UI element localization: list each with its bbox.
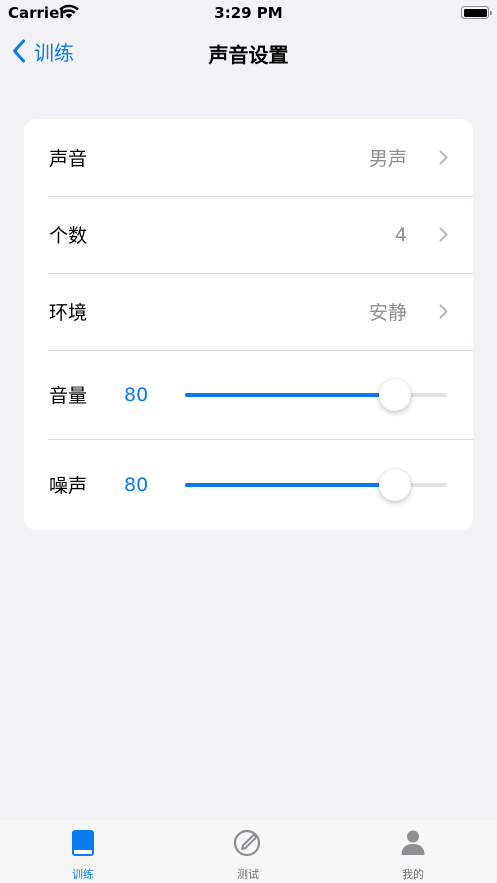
book-icon <box>72 830 94 856</box>
noise-value: 80 <box>124 473 149 496</box>
settings-card: 声音 男声 个数 4 环境 安静 音量 80 噪声 80 <box>24 119 473 530</box>
noise-label: 噪声 <box>49 475 88 497</box>
noise-slider-thumb[interactable] <box>378 468 411 501</box>
voice-value: 男声 <box>368 148 407 170</box>
noise-slider[interactable] <box>185 468 447 501</box>
tab-bar: 训练 测试 我的 <box>0 820 497 883</box>
volume-slider-fill <box>185 392 395 397</box>
sound-settings-screen: Carrier 3:29 PM 训练 声音设置 声音 男声 个数 4 环境 安静… <box>0 0 497 883</box>
volume-label: 音量 <box>49 385 88 407</box>
voice-row[interactable]: 声音 男声 <box>24 119 473 196</box>
chevron-right-icon <box>439 150 448 165</box>
count-row[interactable]: 个数 4 <box>24 196 473 273</box>
chevron-right-icon <box>439 227 448 242</box>
battery-icon <box>461 6 492 19</box>
status-bar: Carrier 3:29 PM <box>0 0 497 26</box>
volume-row: 音量 80 <box>24 350 473 439</box>
count-value: 4 <box>394 223 407 246</box>
tab-test[interactable]: 测试 <box>188 820 308 883</box>
noise-row: 噪声 80 <box>24 439 473 530</box>
tab-me[interactable]: 我的 <box>353 820 473 883</box>
volume-slider-thumb[interactable] <box>378 378 411 411</box>
volume-value: 80 <box>124 383 149 406</box>
clock: 3:29 PM <box>214 4 283 22</box>
environment-row[interactable]: 环境 安静 <box>24 273 473 350</box>
tab-label: 测试 <box>237 868 259 881</box>
environment-label: 环境 <box>49 302 88 324</box>
environment-value: 安静 <box>368 302 407 324</box>
pencil-circle-icon <box>233 829 261 857</box>
tab-label: 我的 <box>402 868 424 881</box>
volume-slider[interactable] <box>185 378 447 411</box>
voice-label: 声音 <box>49 148 88 170</box>
tab-label: 训练 <box>72 868 94 881</box>
noise-slider-fill <box>185 482 395 487</box>
person-icon <box>401 830 425 855</box>
chevron-right-icon <box>439 304 448 319</box>
page-title: 声音设置 <box>208 43 289 67</box>
navigation-bar: 训练 声音设置 <box>0 26 497 76</box>
count-label: 个数 <box>49 225 88 247</box>
tab-training[interactable]: 训练 <box>23 820 143 883</box>
